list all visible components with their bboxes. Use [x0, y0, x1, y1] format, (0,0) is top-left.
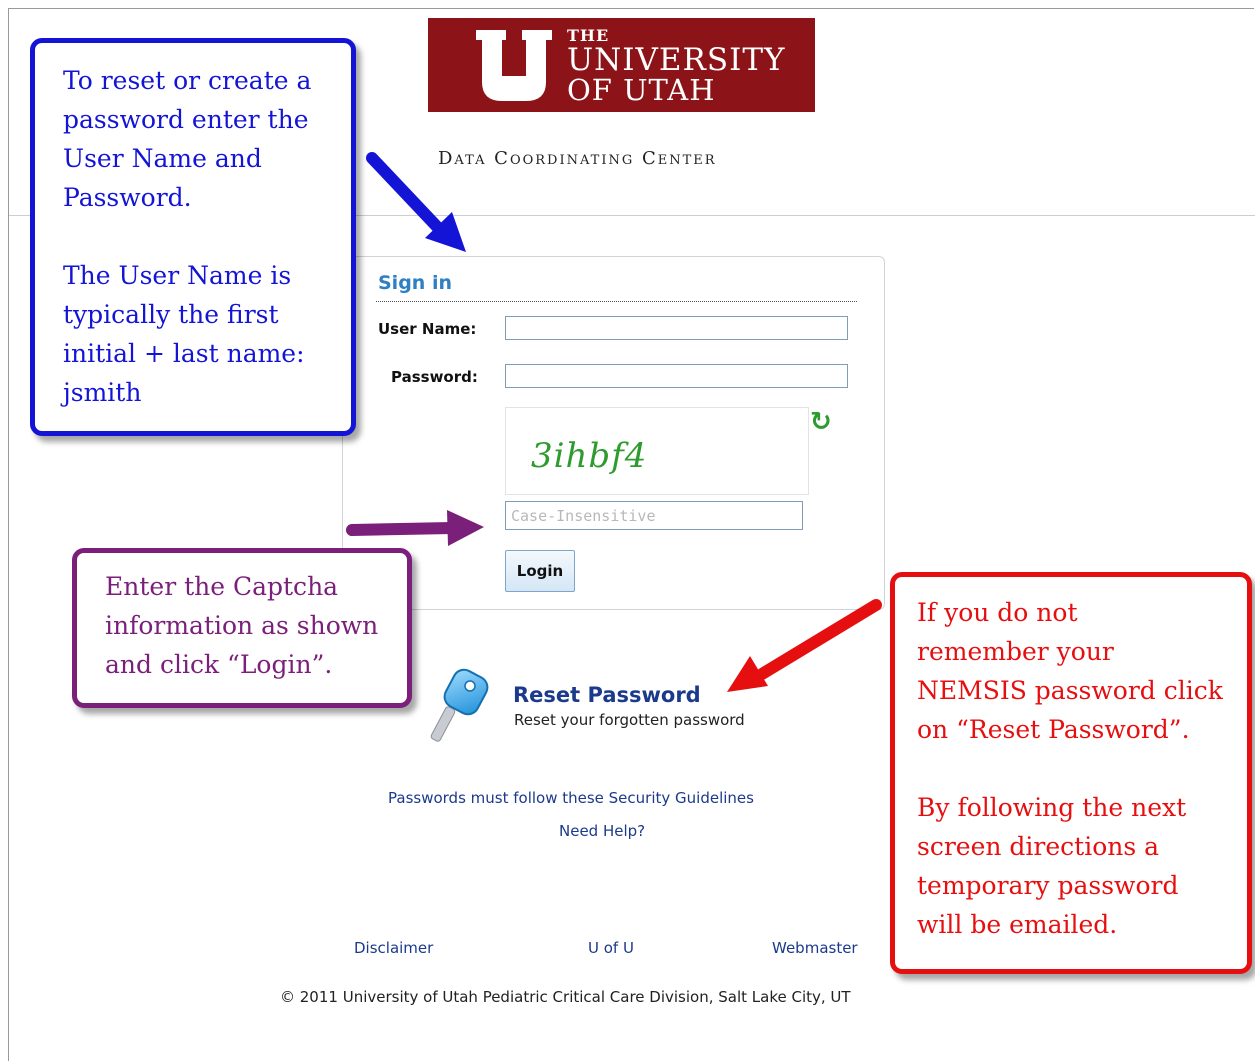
webmaster-link[interactable]: Webmaster — [772, 939, 858, 957]
university-of-utah-logo[interactable]: THE UNIVERSITY OF UTAH — [428, 18, 815, 112]
login-button[interactable]: Login — [505, 550, 575, 592]
refresh-icon[interactable]: ↻ — [810, 409, 832, 435]
callout-blue-line: typically the first — [63, 300, 279, 329]
callout-red-line: NEMSIS password click — [917, 676, 1223, 705]
callout-blue-line: jsmith — [63, 378, 142, 407]
logo-of-utah: OF UTAH — [567, 73, 716, 107]
reset-password-subtitle: Reset your forgotten password — [514, 711, 745, 729]
callout-captcha-hint: Enter the Captcha information as shown a… — [72, 548, 412, 708]
callout-red-line: screen directions a — [917, 832, 1160, 861]
key-icon[interactable] — [428, 668, 490, 744]
captcha-text: 3ihbf4 — [531, 436, 648, 476]
callout-red-line: remember your — [917, 637, 1114, 666]
block-u-logo-icon — [476, 30, 552, 101]
callout-username-hint: To reset or create a password enter the … — [30, 38, 356, 436]
callout-red-line: will be emailed. — [917, 910, 1118, 939]
reset-password-link[interactable]: Reset Password — [513, 683, 701, 707]
callout-blue-line: User Name and — [63, 144, 262, 173]
callout-blue-line: initial + last name: — [63, 339, 305, 368]
callout-reset-hint: If you do not remember your NEMSIS passw… — [890, 572, 1252, 974]
callout-blue-line: Password. — [63, 183, 192, 212]
username-label: User Name: — [378, 320, 477, 338]
callout-red-line: If you do not — [917, 598, 1078, 627]
need-help-link[interactable]: Need Help? — [559, 822, 645, 840]
copyright: © 2011 University of Utah Pediatric Crit… — [280, 988, 851, 1006]
logo-university: UNIVERSITY — [567, 42, 786, 78]
username-input[interactable] — [505, 316, 848, 340]
callout-blue-line: To reset or create a — [63, 66, 312, 95]
callout-blue-line: password enter the — [63, 105, 309, 134]
callout-red-line: By following the next — [917, 793, 1187, 822]
security-guidelines-link[interactable]: Passwords must follow these Security Gui… — [388, 789, 754, 807]
callout-purple-line: information as shown — [105, 611, 379, 640]
disclaimer-link[interactable]: Disclaimer — [354, 939, 433, 957]
signin-divider — [376, 301, 857, 302]
callout-purple-line: Enter the Captcha — [105, 572, 339, 601]
password-input[interactable] — [505, 364, 848, 388]
signin-title: Sign in — [378, 272, 452, 294]
callout-red-line: on “Reset Password”. — [917, 715, 1190, 744]
callout-red-line: temporary password — [917, 871, 1179, 900]
callout-blue-line: The User Name is — [63, 261, 292, 290]
callout-purple-line: and click “Login”. — [105, 650, 333, 679]
password-label: Password: — [391, 368, 478, 386]
uofu-link[interactable]: U of U — [588, 939, 634, 957]
site-tagline: Data Coordinating Center — [438, 148, 717, 169]
captcha-input[interactable] — [505, 501, 803, 530]
